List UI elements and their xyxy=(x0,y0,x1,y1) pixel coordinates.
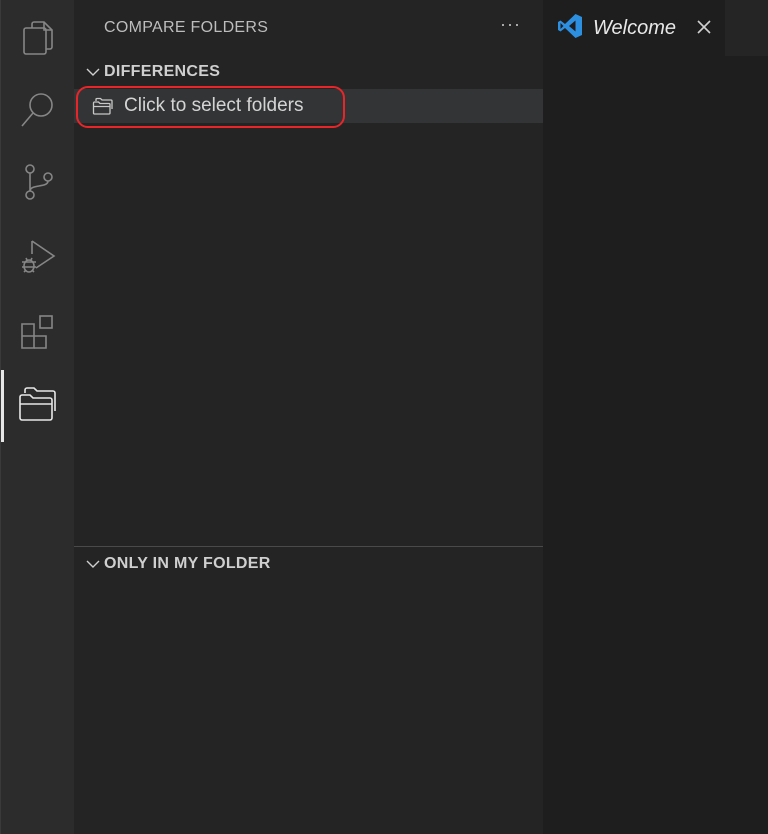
section-title: ONLY IN MY FOLDER xyxy=(104,555,271,572)
differences-section-header[interactable]: DIFFERENCES xyxy=(74,57,543,87)
section-divider xyxy=(74,546,543,547)
search-button[interactable] xyxy=(1,74,75,146)
tab-welcome[interactable]: Welcome xyxy=(543,0,725,56)
chevron-down-icon xyxy=(82,553,104,575)
source-control-icon xyxy=(25,164,53,200)
editor-area: Welcome xyxy=(543,0,768,834)
explorer-button[interactable] xyxy=(1,2,75,74)
close-icon[interactable] xyxy=(695,18,713,41)
run-debug-button[interactable] xyxy=(1,220,75,292)
more-actions-button[interactable]: ··· xyxy=(500,14,521,35)
extensions-icon xyxy=(21,315,53,349)
tab-title: Welcome xyxy=(593,16,676,39)
sidebar-title: COMPARE FOLDERS xyxy=(104,19,269,36)
tab-strip: Welcome xyxy=(543,0,768,56)
explorer-icon xyxy=(23,21,53,55)
run-debug-icon xyxy=(22,240,56,273)
highlight-outline xyxy=(76,86,345,128)
compare-folders-button[interactable] xyxy=(1,368,75,442)
vscode-logo-icon xyxy=(557,13,583,44)
activity-bar xyxy=(0,0,74,834)
extensions-button[interactable] xyxy=(1,296,75,368)
compare-folders-icon xyxy=(19,387,56,421)
source-control-button[interactable] xyxy=(1,146,75,218)
search-icon xyxy=(21,93,53,127)
chevron-down-icon xyxy=(82,61,104,83)
only-in-my-folder-section-header[interactable]: ONLY IN MY FOLDER xyxy=(74,549,543,579)
section-title: DIFFERENCES xyxy=(104,63,221,80)
